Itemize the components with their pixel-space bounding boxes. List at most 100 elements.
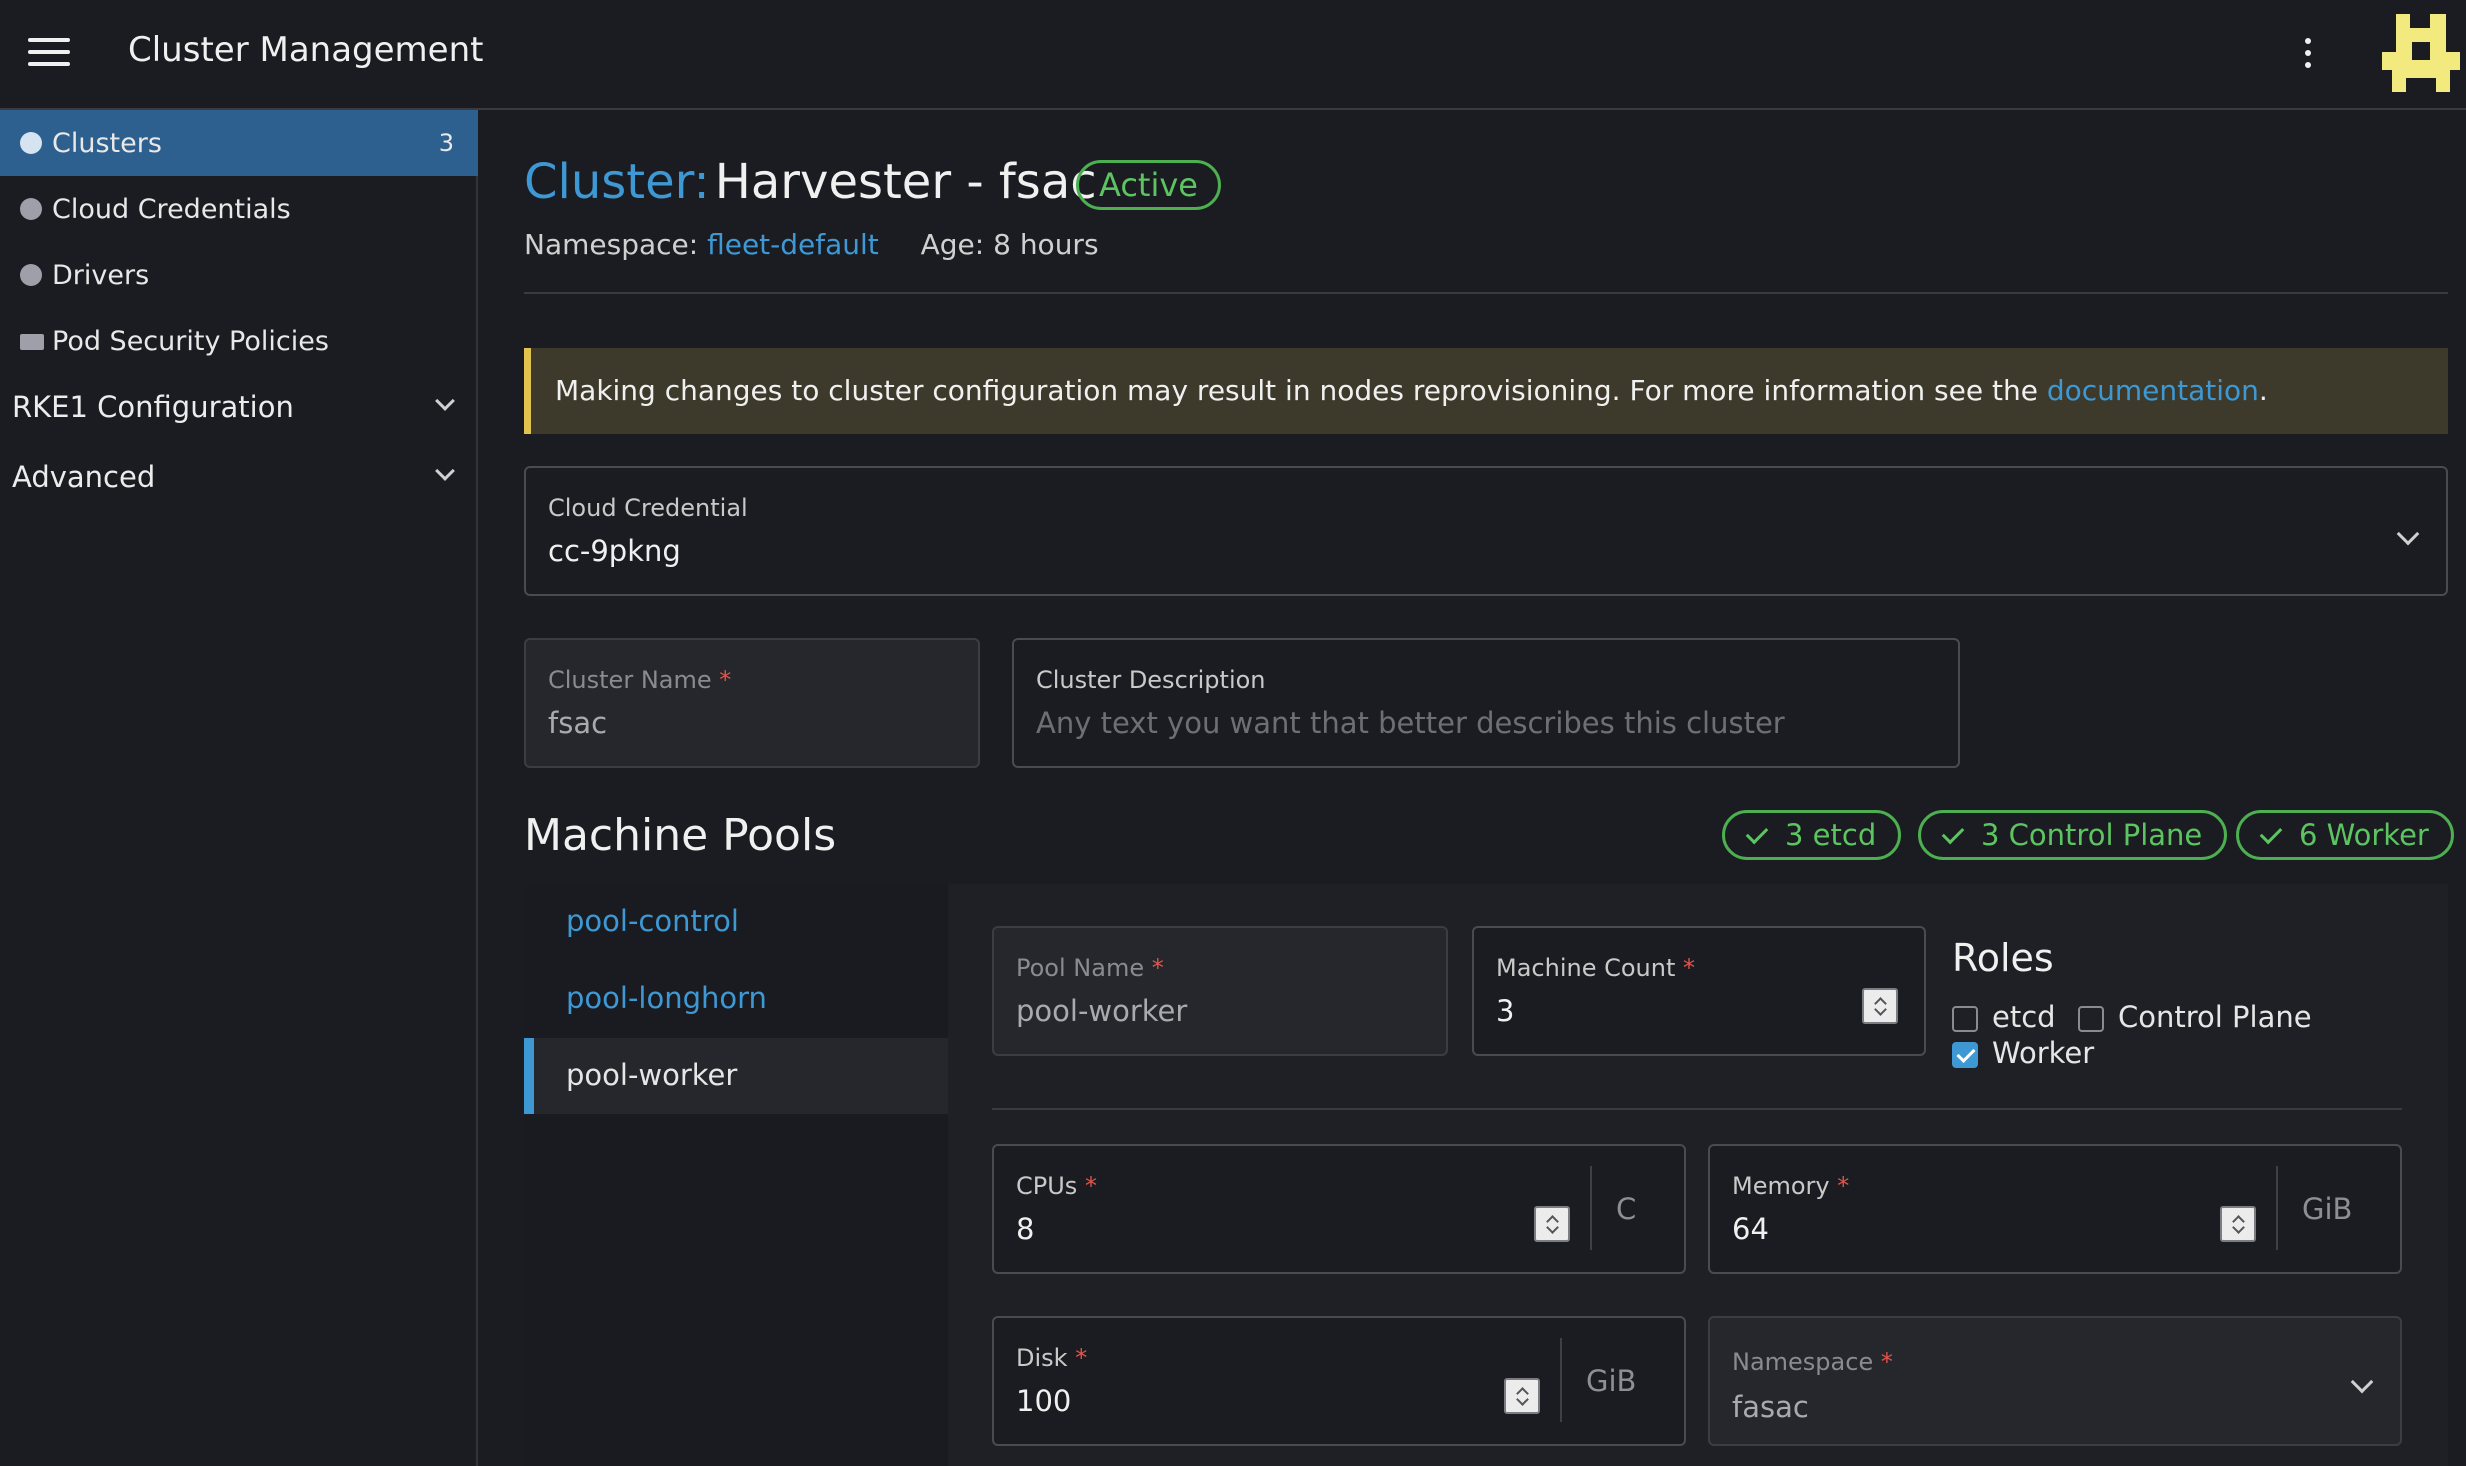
chevron-down-icon: [2396, 522, 2420, 546]
check-icon: [2259, 821, 2283, 845]
pool-tab-longhorn[interactable]: pool-longhorn: [524, 961, 948, 1037]
sidebar-item-label: Drivers: [52, 260, 150, 291]
machine-count-field[interactable]: Machine Count * 3: [1472, 926, 1926, 1056]
unit-separator: [1590, 1166, 1592, 1250]
sidebar-group-advanced[interactable]: Advanced: [0, 444, 478, 510]
field-value: pool-worker: [1016, 994, 1188, 1028]
unit-separator: [2276, 1166, 2278, 1250]
avatar[interactable]: [2382, 14, 2460, 92]
title-prefix: Cluster:: [524, 154, 710, 210]
machine-pools-title: Machine Pools: [524, 810, 837, 861]
pool-list: pool-control pool-longhorn pool-worker: [524, 884, 948, 1466]
cluster-count: 3: [438, 129, 454, 157]
field-label: CPUs *: [1016, 1172, 1097, 1200]
etcd-count-badge: 3 etcd: [1722, 810, 1902, 860]
unit-label: C: [1616, 1192, 1637, 1226]
field-label: Cluster Description: [1036, 666, 1266, 694]
divider: [524, 292, 2448, 294]
field-value: 64: [1732, 1212, 1769, 1246]
worker-checkbox[interactable]: [1952, 1042, 1978, 1068]
sidebar-group-rke1-configuration[interactable]: RKE1 Configuration: [0, 374, 478, 440]
cpus-field[interactable]: CPUs * 8 C: [992, 1144, 1686, 1274]
pool-tab-control[interactable]: pool-control: [524, 884, 948, 960]
field-label: Disk *: [1016, 1344, 1088, 1372]
pool-tab-worker[interactable]: pool-worker: [524, 1038, 948, 1114]
banner-text: Making changes to cluster configuration …: [555, 374, 2268, 407]
field-label: Memory *: [1732, 1172, 1850, 1200]
field-label: Pool Name *: [1016, 954, 1164, 982]
hamburger-icon[interactable]: [28, 36, 70, 68]
page-title: Cluster: Harvester - fsac: [524, 154, 1097, 214]
field-value: 3: [1496, 994, 1515, 1028]
number-stepper[interactable]: [1534, 1206, 1570, 1242]
sidebar-item-cloud-credentials[interactable]: Cloud Credentials: [0, 176, 478, 242]
sidebar-item-label: Clusters: [52, 128, 162, 159]
title-name: Harvester - fsac: [714, 154, 1097, 210]
field-value: 8: [1016, 1212, 1035, 1246]
control-plane-checkbox[interactable]: [2078, 1006, 2104, 1032]
cluster-description-field[interactable]: Cluster Description Any text you want th…: [1012, 638, 1960, 768]
kebab-icon[interactable]: [2296, 36, 2320, 70]
number-stepper[interactable]: [1862, 988, 1898, 1024]
cloud-credential-select[interactable]: Cloud Credential cc-9pkng: [524, 466, 2448, 596]
field-label: Machine Count *: [1496, 954, 1696, 982]
chevron-down-icon: [2350, 1370, 2374, 1394]
worker-checkbox-label: Worker: [1992, 1036, 2095, 1070]
etcd-checkbox-label: etcd: [1992, 1000, 2056, 1034]
number-stepper[interactable]: [2220, 1206, 2256, 1242]
etcd-checkbox[interactable]: [1952, 1006, 1978, 1032]
field-value: cc-9pkng: [548, 534, 681, 568]
pool-name-field[interactable]: Pool Name * pool-worker: [992, 926, 1448, 1056]
field-label: Cluster Name *: [548, 666, 732, 694]
field-value: 100: [1016, 1384, 1072, 1418]
control-plane-checkbox-label: Control Plane: [2118, 1000, 2312, 1034]
roles-title: Roles: [1952, 936, 2054, 980]
folder-icon: [20, 334, 44, 350]
globe-icon: [20, 198, 42, 220]
sidebar-group-label: Advanced: [12, 460, 156, 494]
sidebar-item-clusters[interactable]: Clusters 3: [0, 110, 478, 176]
age-label: Age: 8 hours: [920, 228, 1099, 261]
sidebar-group-label: RKE1 Configuration: [12, 390, 294, 424]
warning-banner: Making changes to cluster configuration …: [524, 348, 2448, 434]
check-icon: [1745, 821, 1769, 845]
chevron-down-icon: [435, 461, 455, 481]
machine-pool-panel: pool-control pool-longhorn pool-worker P…: [524, 884, 2448, 1466]
globe-icon: [20, 264, 42, 286]
namespace-select[interactable]: Namespace * fasac: [1708, 1316, 2402, 1446]
unit-label: GiB: [2302, 1192, 2353, 1226]
sidebar-item-label: Cloud Credentials: [52, 194, 291, 225]
main-content: Cluster: Harvester - fsac Active Namespa…: [478, 110, 2466, 1466]
sidebar-item-label: Pod Security Policies: [52, 326, 329, 357]
chevron-down-icon: [435, 391, 455, 411]
page-meta: Namespace: fleet-default Age: 8 hours: [524, 228, 1099, 261]
divider: [992, 1108, 2402, 1110]
app: Cluster Management Clusters 3 Cloud Cred…: [0, 0, 2466, 1466]
documentation-link[interactable]: documentation: [2047, 374, 2259, 407]
field-label: Cloud Credential: [548, 494, 748, 522]
field-value: fasac: [1732, 1390, 1809, 1424]
worker-count-badge: 6 Worker: [2236, 810, 2454, 860]
number-stepper[interactable]: [1504, 1378, 1540, 1414]
memory-field[interactable]: Memory * 64 GiB: [1708, 1144, 2402, 1274]
status-badge: Active: [1076, 160, 1221, 210]
unit-label: GiB: [1586, 1364, 1637, 1398]
app-title: Cluster Management: [128, 30, 484, 70]
sidebar: Clusters 3 Cloud Credentials Drivers Pod…: [0, 110, 478, 1466]
disk-field[interactable]: Disk * 100 GiB: [992, 1316, 1686, 1446]
globe-icon: [20, 132, 42, 154]
field-label: Namespace *: [1732, 1348, 1893, 1376]
field-placeholder: Any text you want that better describes …: [1036, 706, 1785, 740]
sidebar-item-pod-security-policies[interactable]: Pod Security Policies: [0, 308, 478, 374]
control-plane-count-badge: 3 Control Plane: [1918, 810, 2228, 860]
namespace-label: Namespace:: [524, 228, 699, 261]
field-value: fsac: [548, 706, 608, 740]
unit-separator: [1560, 1338, 1562, 1422]
banner-suffix: .: [2258, 374, 2268, 407]
top-header: Cluster Management: [0, 0, 2466, 110]
cluster-name-field[interactable]: Cluster Name * fsac: [524, 638, 980, 768]
sidebar-item-drivers[interactable]: Drivers: [0, 242, 478, 308]
namespace-link[interactable]: fleet-default: [707, 228, 879, 261]
check-icon: [1941, 821, 1965, 845]
banner-message: Making changes to cluster configuration …: [555, 374, 2047, 407]
